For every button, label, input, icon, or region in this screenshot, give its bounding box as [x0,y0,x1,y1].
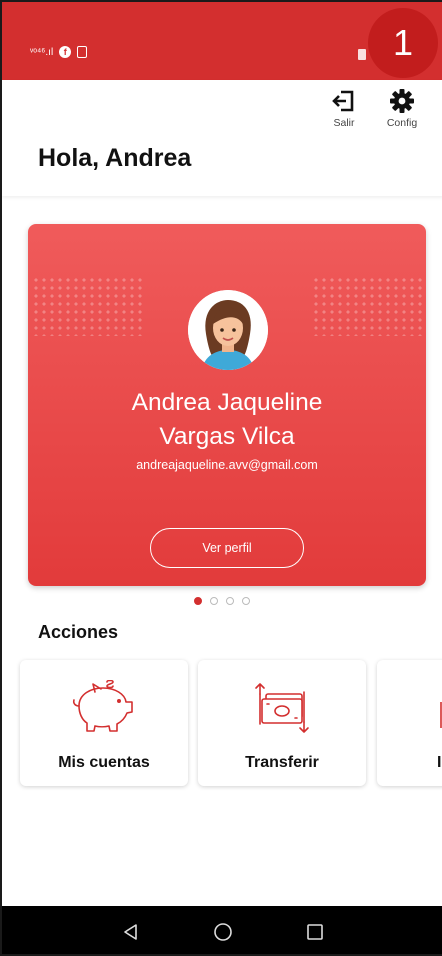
pager-dot[interactable] [210,597,218,605]
config-label: Config [386,117,418,129]
home-circle-icon [214,923,232,941]
avatar-illustration [188,290,268,370]
volte-signal-icon: ᵛᵒ⁴⁶.ıl [30,46,54,58]
logout-label: Salir [333,117,355,129]
action-label: Transferir [245,754,319,771]
action-tile-transferir[interactable]: Transferir [198,660,366,786]
facebook-notification-icon: f [59,46,72,58]
pager-dot-active[interactable] [194,597,202,605]
recents-button[interactable] [300,917,330,947]
app-header: Salir Config Hola, Andrea [2,80,442,196]
actions-title: Acciones [38,622,119,642]
system-nav-bar [2,906,442,954]
profile-name-line2: Vargas Vilca [159,423,295,450]
decorative-dots-right [312,276,422,336]
profile-name-line1: Andrea Jaqueline [131,389,323,416]
notification-icon [77,46,88,58]
logout-icon [332,90,354,112]
profile-card[interactable]: Andrea Jaqueline Vargas Vilca andreajaqu… [28,224,426,586]
action-label: I [437,754,442,771]
piggy-bank-icon [72,680,133,732]
action-label: Mis cuentas [58,754,150,771]
money-transfer-icon [255,683,309,733]
carousel-pager [194,597,250,605]
action-tile-mis-cuentas[interactable]: Mis cuentas [20,660,188,786]
back-button[interactable] [116,917,146,947]
profile-email: andreajaqueline.avv@gmail.com [136,458,318,472]
back-triangle-icon [124,924,137,940]
home-button[interactable] [208,917,238,947]
view-profile-button[interactable]: Ver perfil [150,528,304,568]
action-tile-partial[interactable]: I [377,660,442,786]
status-icons: ᵛᵒ⁴⁶.ıl f [30,46,88,58]
greeting-title: Hola, Andrea [38,144,192,172]
profile-name: Andrea Jaqueline Vargas Vilca [28,386,426,454]
decorative-dots-left [32,276,142,336]
logout-button[interactable]: Salir [314,88,374,129]
pager-dot[interactable] [242,597,250,605]
pager-dot[interactable] [226,597,234,605]
gear-icon [390,89,414,113]
phone-screen: ᵛᵒ⁴⁶.ıl f 1 Salir Config Hola, Andrea An… [0,0,442,956]
step-badge: 1 [368,8,438,78]
avatar [188,290,268,370]
recents-square-icon [307,924,323,940]
battery-icon [358,49,366,60]
config-button[interactable]: Config [372,88,432,129]
